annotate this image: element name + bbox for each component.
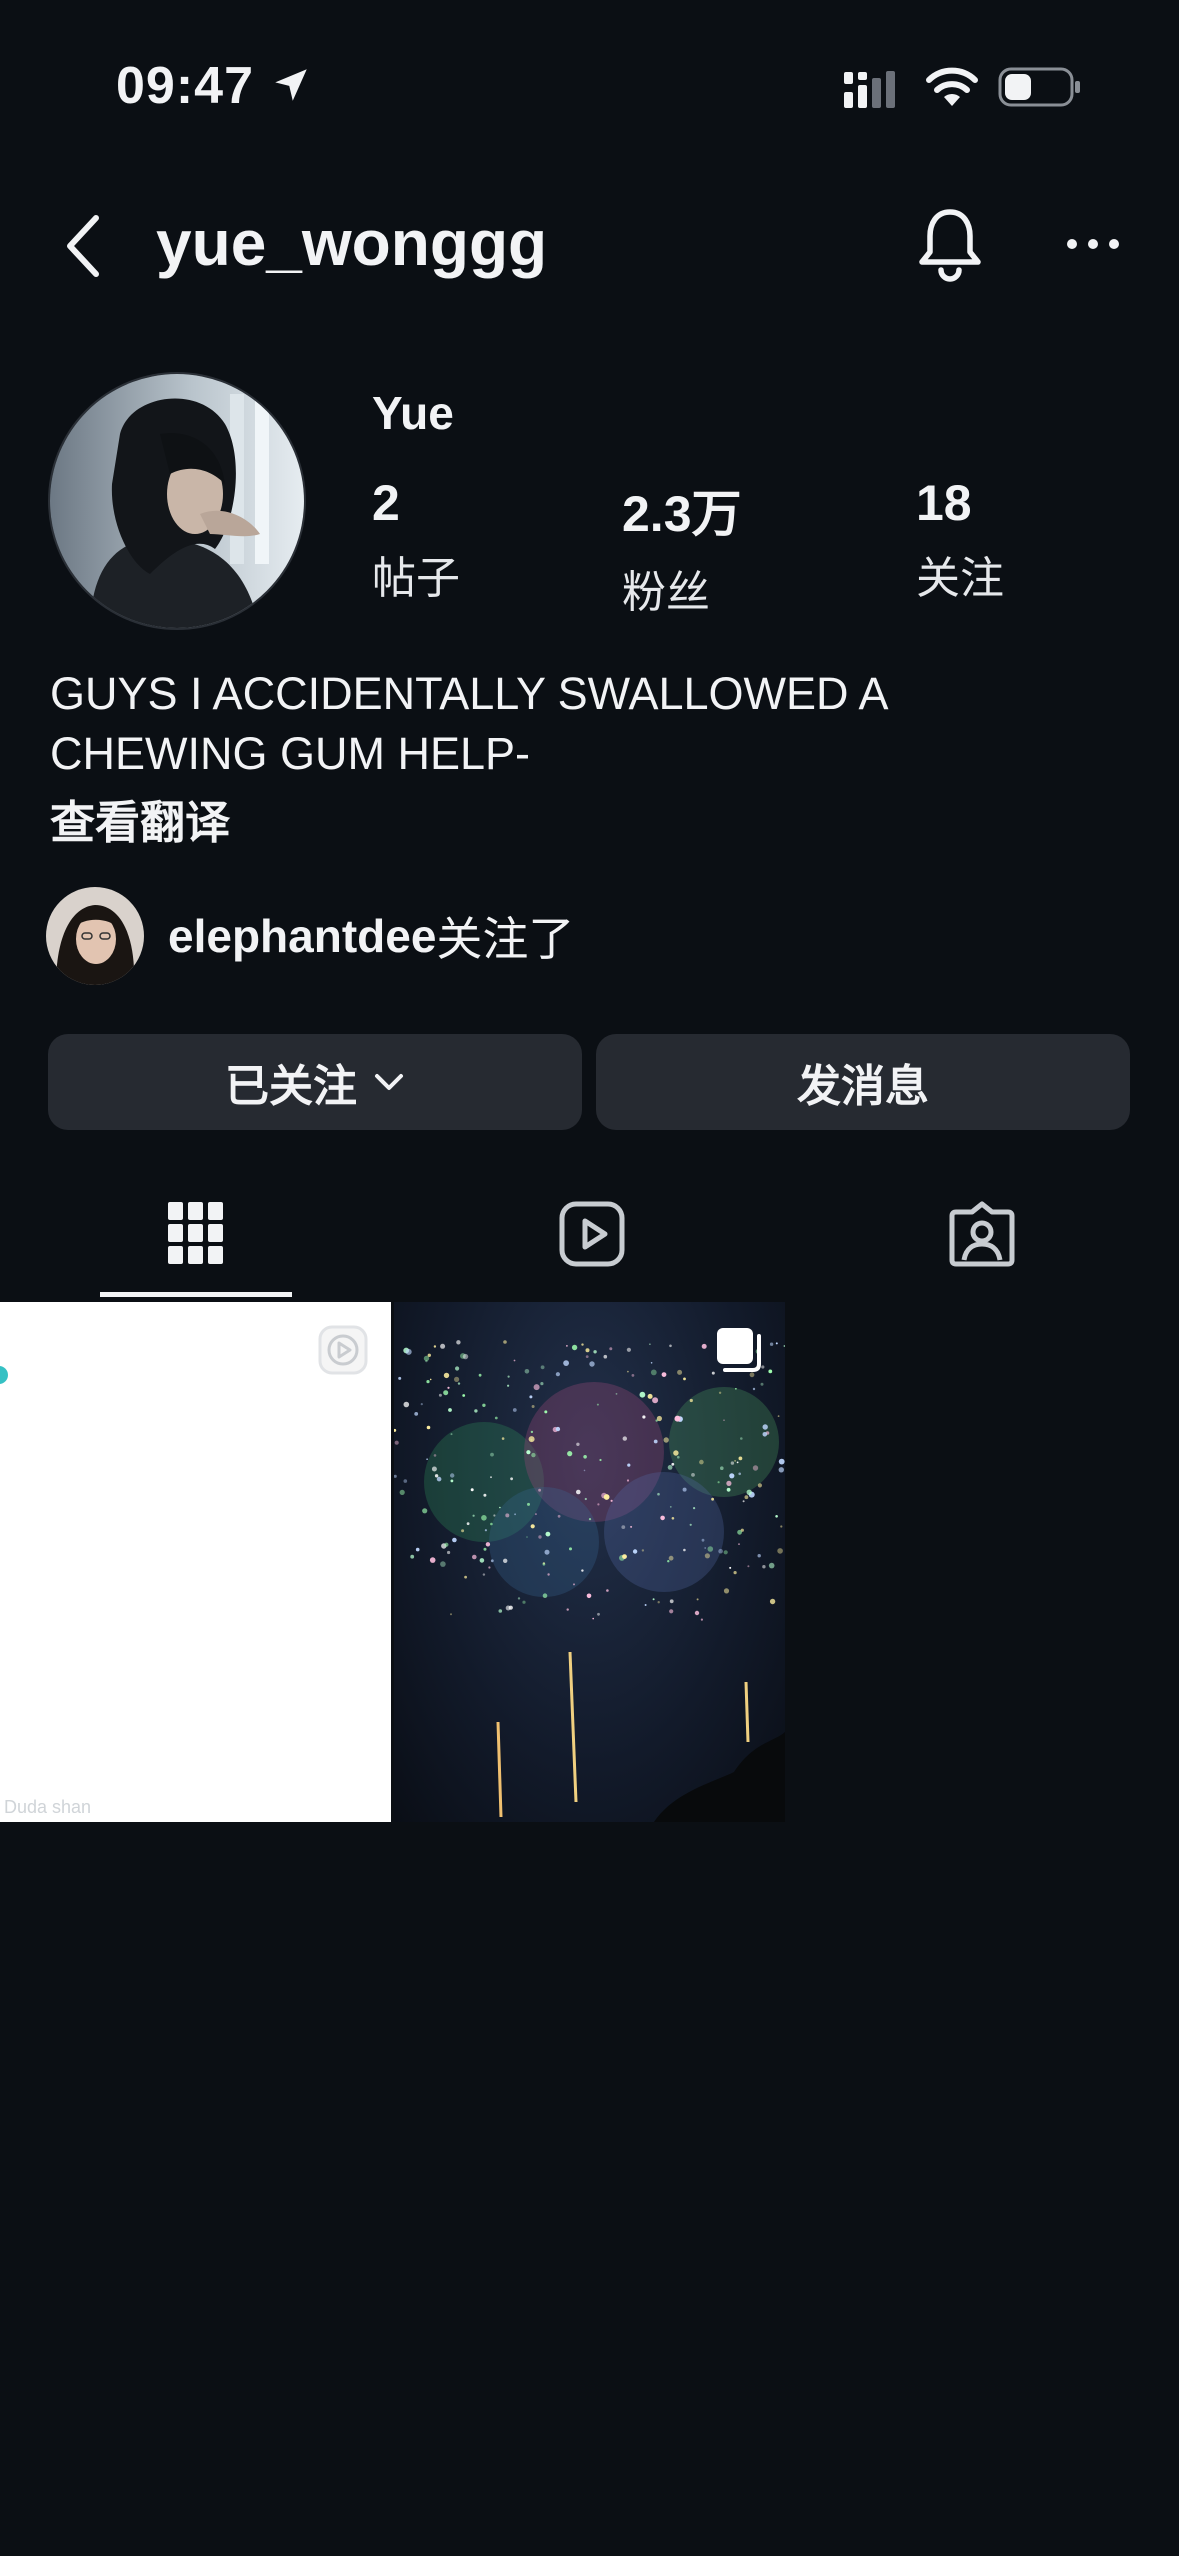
stat-followers-count: 2.3万 [622,486,742,542]
stat-posts-count: 2 [372,475,400,531]
stat-following-label: 关注 [916,554,1004,603]
profile-bio: GUYS I ACCIDENTALLY SWALLOWED A CHEWING … [50,664,1050,784]
stat-posts-label: 帖子 [372,554,460,603]
post-thumbnail[interactable]: Duda shan [0,1302,391,1822]
message-button-label: 发消息 [797,1062,929,1111]
reels-icon [559,1201,625,1267]
reel-play-icon [318,1325,368,1375]
wifi-icon [926,67,978,106]
tagged-icon [949,1201,1015,1267]
cellular-signal-icon [844,71,895,108]
following-button-label: 已关注 [225,1062,357,1111]
battery-icon [998,67,1080,107]
stat-following-count: 18 [916,475,972,531]
more-dots-icon[interactable] [1064,220,1122,268]
stat-following[interactable]: 18 关注 [916,474,1004,606]
stat-followers-label: 粉丝 [622,568,710,617]
bio-line: CHEWING GUM HELP- [50,728,531,779]
following-button[interactable]: 已关注 [48,1034,582,1130]
mutual-suffix: 关注了 [436,913,575,965]
status-time: 09:47 [116,57,254,115]
tab-posts-grid[interactable] [100,1180,292,1300]
post-decoration [0,1366,8,1384]
stat-followers[interactable]: 2.3万 粉丝 [622,474,742,620]
grid-icon [168,1202,223,1264]
profile-avatar[interactable] [48,372,306,630]
mutual-username: elephantdee [168,910,437,962]
bio-line: GUYS I ACCIDENTALLY SWALLOWED A [50,668,889,719]
active-tab-indicator [100,1292,292,1297]
fireworks-image [394,1340,785,1822]
see-translation-link[interactable]: 查看翻译 [50,786,230,851]
post-thumbnail[interactable] [394,1302,785,1822]
post-watermark: Duda shan [4,1797,92,1817]
tab-reels[interactable] [496,1180,688,1300]
display-name: Yue [372,387,454,439]
mutual-avatar [46,887,144,985]
bell-icon[interactable] [914,204,986,282]
profile-username: yue_wonggg [156,207,548,279]
location-arrow-icon [275,69,307,101]
chevron-down-icon [375,1074,403,1090]
stat-posts[interactable]: 2 帖子 [372,474,460,606]
back-button[interactable] [56,208,112,284]
mutual-followers[interactable]: elephantdee 关注了 [46,886,574,986]
carousel-icon [717,1328,761,1372]
message-button[interactable]: 发消息 [596,1034,1130,1130]
avatar-image [50,374,304,628]
tab-tagged[interactable] [886,1180,1078,1300]
